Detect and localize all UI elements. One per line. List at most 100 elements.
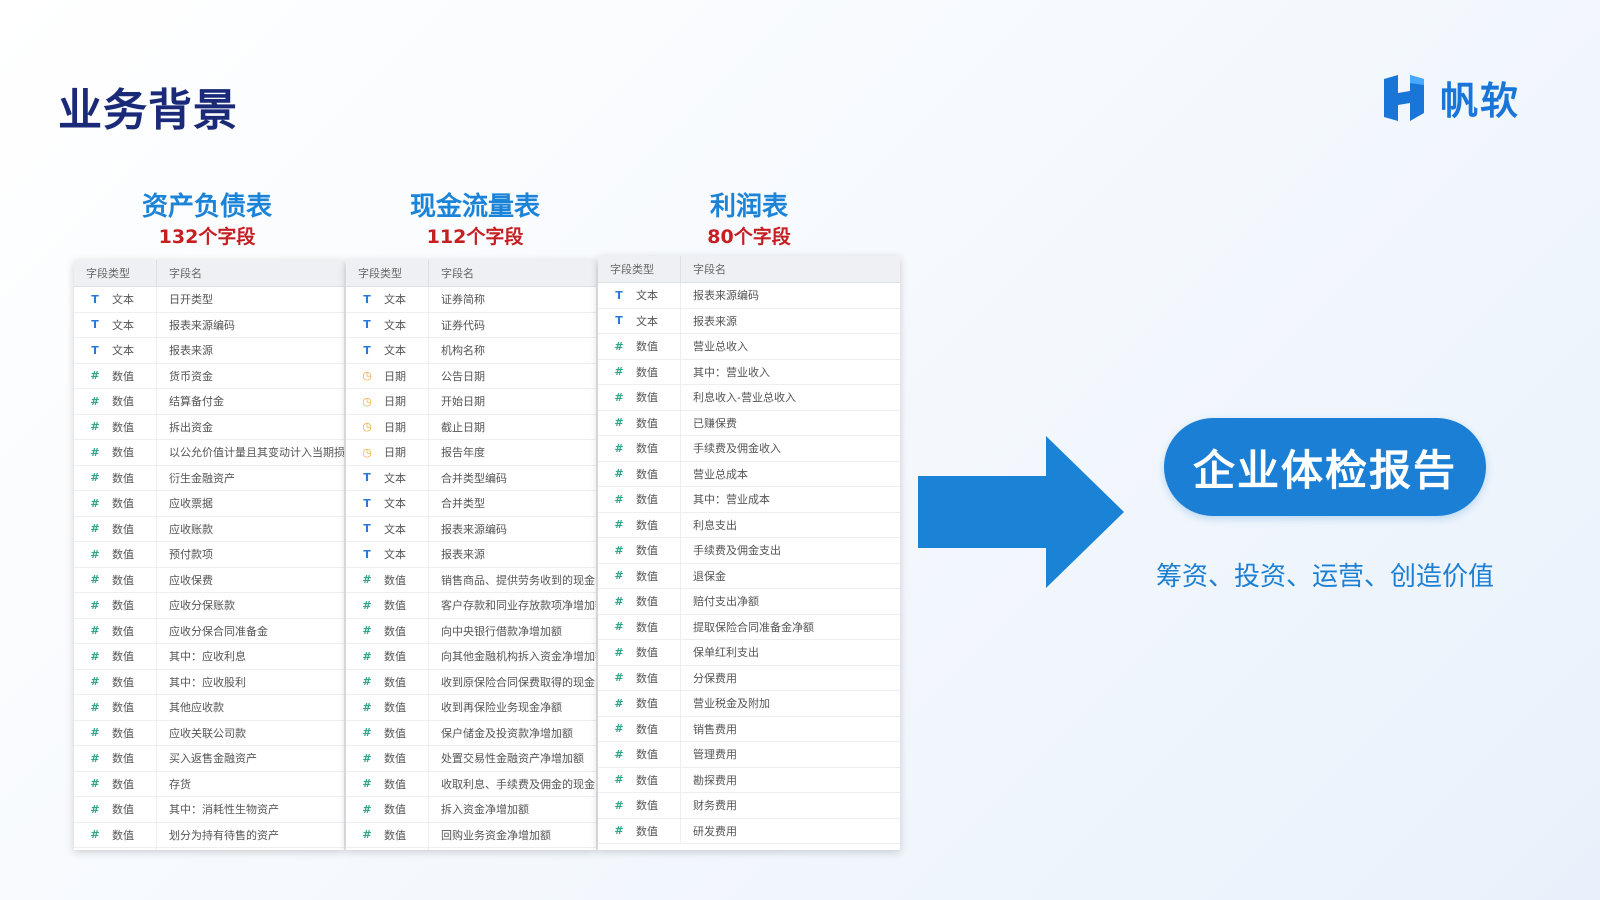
table-row[interactable]: # 数值 研发费用 (598, 818, 900, 844)
table-row[interactable]: # 数值 财务费用 (598, 793, 900, 819)
table-row[interactable]: # 数值 其中：营业成本 (598, 487, 900, 513)
table-row[interactable]: # 数值 存货 (74, 771, 344, 797)
field-type-label: 数值 (636, 595, 658, 609)
table-row[interactable]: # 数值 销售商品、提供劳务收到的现金 (346, 567, 596, 593)
health-report-button[interactable]: 企业体检报告 (1164, 418, 1486, 516)
table-row[interactable]: # 数值 划分为持有待售的资产 (74, 822, 344, 848)
number-type-icon: # (90, 496, 100, 510)
column-header-name[interactable]: 字段名 (681, 256, 726, 282)
field-name-cell: 保户储金及投资款净增加额 (441, 726, 573, 740)
table-row[interactable]: T 文本 报表来源编码 (346, 516, 596, 542)
table-row[interactable]: # 数值 应收账款 (74, 516, 344, 542)
table-row[interactable]: # 数值 营业总成本 (598, 461, 900, 487)
table-row[interactable]: # 数值 其中：应收利息 (74, 644, 344, 670)
table-row[interactable]: ◷ 日期 开始日期 (346, 389, 596, 415)
table-row[interactable]: # 数值 营业总收入 (598, 334, 900, 360)
table-row[interactable]: T 文本 日开类型 (74, 287, 344, 313)
table-row[interactable]: # 数值 销售费用 (598, 716, 900, 742)
table-row[interactable]: # 数值 勘探费用 (598, 767, 900, 793)
text-type-icon: T (363, 292, 371, 306)
table-row[interactable]: # 数值 应收票据 (74, 491, 344, 517)
field-type-cell: # 数值 (346, 618, 429, 643)
column-header-type[interactable]: 字段类型 (346, 260, 429, 286)
table-row[interactable]: # 数值 处置交易性金融资产净增加额 (346, 746, 596, 772)
table-row[interactable]: # 数值 回购业务资金净增加额 (346, 822, 596, 848)
table-row[interactable]: # 数值 其中：营业收入 (598, 359, 900, 385)
column-header-type[interactable]: 字段类型 (598, 256, 681, 282)
table-row[interactable]: # 数值 其中：应收股利 (74, 669, 344, 695)
table-row[interactable]: # 数值 拆入资金净增加额 (346, 797, 596, 823)
table-row[interactable]: T 文本 报表来源 (346, 542, 596, 568)
table-row[interactable]: # 数值 应收关联公司款 (74, 720, 344, 746)
table-row[interactable]: # 数值 向其他金融机构拆入资金净增加额 (346, 644, 596, 670)
table-row[interactable]: ◷ 日期 报告年度 (346, 440, 596, 466)
field-type-cell: # 数值 (74, 567, 157, 592)
table-row[interactable]: T 文本 报表来源 (74, 338, 344, 364)
table-row[interactable]: # 数值 退保金 (598, 563, 900, 589)
table-row[interactable]: T 文本 合并类型 (346, 491, 596, 517)
field-name-cell: 收到的税费返还 (429, 848, 518, 850)
table-row[interactable]: # 数值 拆出资金 (74, 414, 344, 440)
field-type-cell: # 数值 (598, 818, 681, 843)
table-row[interactable]: # 数值 赔付支出净额 (598, 589, 900, 615)
table-row[interactable]: # 数值 保户储金及投资款净增加额 (346, 720, 596, 746)
column-header-type[interactable]: 字段类型 (74, 260, 157, 286)
table-row[interactable]: # 数值 货币资金 (74, 363, 344, 389)
table-row[interactable]: # 数值 保单红利支出 (598, 640, 900, 666)
field-name-cell: 提取保险合同准备金净额 (693, 620, 814, 634)
field-type-label: 数值 (384, 624, 406, 638)
table-row[interactable]: # 数值 其中：消耗性生物资产 (74, 797, 344, 823)
table-row[interactable]: #数值发放贷款及垫款-流动资产 (74, 848, 344, 850)
field-type-label: 数值 (384, 599, 406, 613)
table-row[interactable]: T 文本 合并类型编码 (346, 465, 596, 491)
table-row[interactable]: # 数值 手续费及佣金收入 (598, 436, 900, 462)
table-row[interactable]: ◷ 日期 截止日期 (346, 414, 596, 440)
table-row[interactable]: # 数值 向中央银行借款净增加额 (346, 618, 596, 644)
table-row[interactable]: # 数值 收到原保险合同保费取得的现金 (346, 669, 596, 695)
table-row[interactable]: # 数值 以公允价值计量且其变动计入当期损益的 (74, 440, 344, 466)
clock-icon: ◷ (362, 445, 372, 459)
table-row[interactable]: # 数值 应收分保合同准备金 (74, 618, 344, 644)
table-row[interactable]: # 数值 预付款项 (74, 542, 344, 568)
table-row[interactable]: # 数值 利息支出 (598, 512, 900, 538)
field-type-label: 数值 (384, 701, 406, 715)
field-type-cell: # 数值 (598, 665, 681, 690)
table-row[interactable]: T 文本 证券代码 (346, 312, 596, 338)
table-row[interactable]: T 文本 报表来源编码 (74, 312, 344, 338)
table-row[interactable]: T 文本 报表来源编码 (598, 283, 900, 309)
number-type-icon: # (90, 547, 100, 561)
table-row[interactable]: T 文本 机构名称 (346, 338, 596, 364)
table-row[interactable]: # 数值 衍生金融资产 (74, 465, 344, 491)
column-header-name[interactable]: 字段名 (157, 260, 202, 286)
number-type-icon: # (614, 645, 624, 659)
table-row[interactable]: # 数值 结算备付金 (74, 389, 344, 415)
field-name-cell: 合并类型编码 (441, 471, 507, 485)
table-row[interactable]: # 数值 买入返售金融资产 (74, 746, 344, 772)
table-row[interactable]: #数值收到的税费返还 (346, 848, 596, 850)
number-type-icon: # (362, 624, 372, 638)
number-type-icon: # (90, 573, 100, 587)
table-row[interactable]: # 数值 客户存款和同业存放款项净增加额 (346, 593, 596, 619)
field-type-label: 文本 (384, 344, 406, 358)
column-header-name[interactable]: 字段名 (429, 260, 474, 286)
table-row[interactable]: T 文本 报表来源 (598, 308, 900, 334)
table-row[interactable]: # 数值 手续费及佣金支出 (598, 538, 900, 564)
number-type-icon: # (362, 649, 372, 663)
table-body: T 文本 报表来源编码 T 文本 报表来源 # 数值 营业总收入 # 数值 其中：营业收入 # 数值 利息收… (598, 283, 900, 844)
table-row[interactable]: ◷ 日期 公告日期 (346, 363, 596, 389)
table-row[interactable]: # 数值 营业税金及附加 (598, 691, 900, 717)
table-row[interactable]: # 数值 其他应收款 (74, 695, 344, 721)
table-row[interactable]: # 数值 收到再保险业务现金净额 (346, 695, 596, 721)
field-type-label: 数值 (112, 624, 134, 638)
table-row[interactable]: # 数值 已赚保费 (598, 410, 900, 436)
table-row[interactable]: # 数值 利息收入-营业总收入 (598, 385, 900, 411)
table-row[interactable]: # 数值 管理费用 (598, 742, 900, 768)
field-type-label: 数值 (384, 803, 406, 817)
table-row[interactable]: # 数值 应收分保账款 (74, 593, 344, 619)
table-row[interactable]: # 数值 应收保费 (74, 567, 344, 593)
table-row[interactable]: T 文本 证券简称 (346, 287, 596, 313)
table-row[interactable]: # 数值 收取利息、手续费及佣金的现金 (346, 771, 596, 797)
field-type-cell: # 数值 (74, 669, 157, 694)
table-row[interactable]: # 数值 提取保险合同准备金净额 (598, 614, 900, 640)
table-row[interactable]: # 数值 分保费用 (598, 665, 900, 691)
